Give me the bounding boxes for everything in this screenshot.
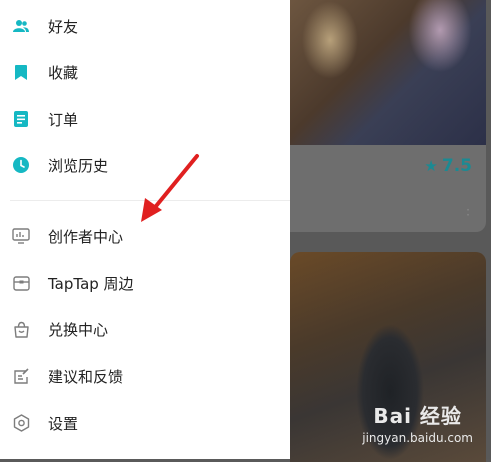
menu-divider	[10, 200, 290, 201]
feedback-icon	[12, 367, 30, 385]
menu-item-label: 设置	[48, 414, 79, 433]
bookmark-icon	[12, 63, 30, 81]
menu-item-label: 创作者中心	[48, 227, 124, 246]
menu-item-orders[interactable]: 订单	[0, 96, 290, 142]
menu-item-settings[interactable]: 设置	[0, 400, 290, 446]
menu-item-favorites[interactable]: 收藏	[0, 49, 290, 95]
menu-item-taptap-merch[interactable]: TapTap 周边	[0, 260, 290, 306]
menu-item-label: 好友	[48, 17, 79, 36]
watermark: Bai 经验 jingyan.baidu.com	[362, 400, 473, 445]
menu-item-friends[interactable]: 好友	[0, 3, 290, 49]
rating-value: 7.5	[441, 156, 472, 176]
merch-icon	[12, 274, 30, 292]
game-rating: ★ 7.5	[424, 156, 472, 176]
watermark-logo: Bai 经验	[373, 404, 462, 428]
navigation-drawer: 好友 收藏 订单 浏览历史 创作者中心 TapTap 周边 兑换中心 建议和反馈…	[0, 0, 290, 459]
game-cover-image	[290, 0, 486, 145]
settings-icon	[12, 414, 30, 432]
menu-item-label: 浏览历史	[48, 156, 109, 175]
menu-item-label: 订单	[48, 110, 79, 129]
menu-item-label: 建议和反馈	[48, 367, 124, 386]
menu-item-label: TapTap 周边	[48, 274, 134, 293]
menu-item-label: 收藏	[48, 63, 79, 82]
order-icon	[12, 110, 30, 128]
friends-icon	[12, 17, 30, 35]
star-icon: ★	[424, 157, 438, 175]
history-clock-icon	[12, 156, 30, 174]
menu-item-label: 兑换中心	[48, 320, 109, 339]
watermark-url: jingyan.baidu.com	[362, 431, 473, 445]
menu-item-feedback[interactable]: 建议和反馈	[0, 353, 290, 399]
menu-item-exchange-center[interactable]: 兑换中心	[0, 306, 290, 352]
game-card[interactable]: ★ 7.5 · ·	[290, 0, 486, 232]
menu-item-creator-center[interactable]: 创作者中心	[0, 213, 290, 259]
exchange-bag-icon	[12, 320, 30, 338]
more-options-icon[interactable]: · ·	[466, 204, 470, 221]
menu-item-history[interactable]: 浏览历史	[0, 142, 290, 188]
monitor-icon	[12, 227, 30, 245]
